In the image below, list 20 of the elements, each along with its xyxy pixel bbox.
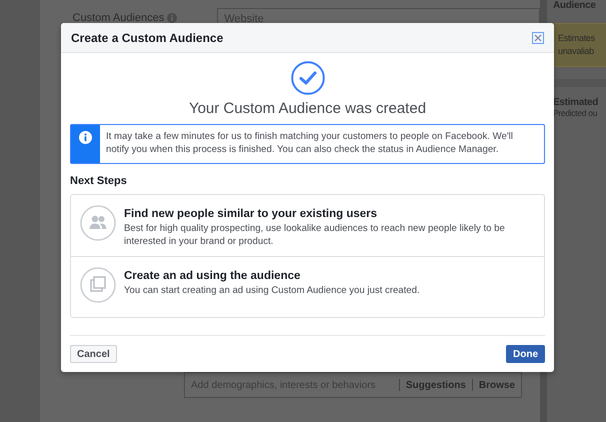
field-label: Custom Audiences xyxy=(72,12,164,24)
item-description: You can start creating an ad using Custom Audience you just created. xyxy=(124,284,421,297)
info-icon xyxy=(79,131,92,144)
info-icon xyxy=(167,13,178,23)
cancel-button[interactable]: Cancel xyxy=(70,345,117,363)
check-icon xyxy=(290,61,324,95)
item-title: Find new people similar to your existing users xyxy=(124,208,378,220)
dialog-title: Create a Custom Audience xyxy=(71,30,224,44)
section-heading: Next Steps xyxy=(70,175,127,187)
info-text: It may take a few minutes for us to finish matching your customers to people on Facebook. We'll notify you when this process is finished. You can also check the status in Audience Manager. xyxy=(105,130,514,157)
notice-box: Estimates unavaliab xyxy=(553,23,606,67)
done-button[interactable]: Done xyxy=(506,345,545,363)
people-icon xyxy=(80,205,116,241)
stacked-squares-icon xyxy=(80,267,116,303)
success-heading: Your Custom Audience was created xyxy=(188,100,426,117)
list-item[interactable]: Create an ad using the audience You can start creating an ad using Custom Audience you just created. xyxy=(71,256,544,317)
item-title: Create an ad using the audience xyxy=(124,270,302,282)
item-description: Best for high quality prospecting, use lookalike audiences to reach new people likely to be interested in your brand or product. xyxy=(124,222,506,248)
close-icon[interactable] xyxy=(532,32,544,44)
list-item[interactable]: Find new people similar to your existing users Best for high quality prospecting, use lookalike audiences to reach new people likely to be interested in your brand or product. xyxy=(71,195,544,256)
